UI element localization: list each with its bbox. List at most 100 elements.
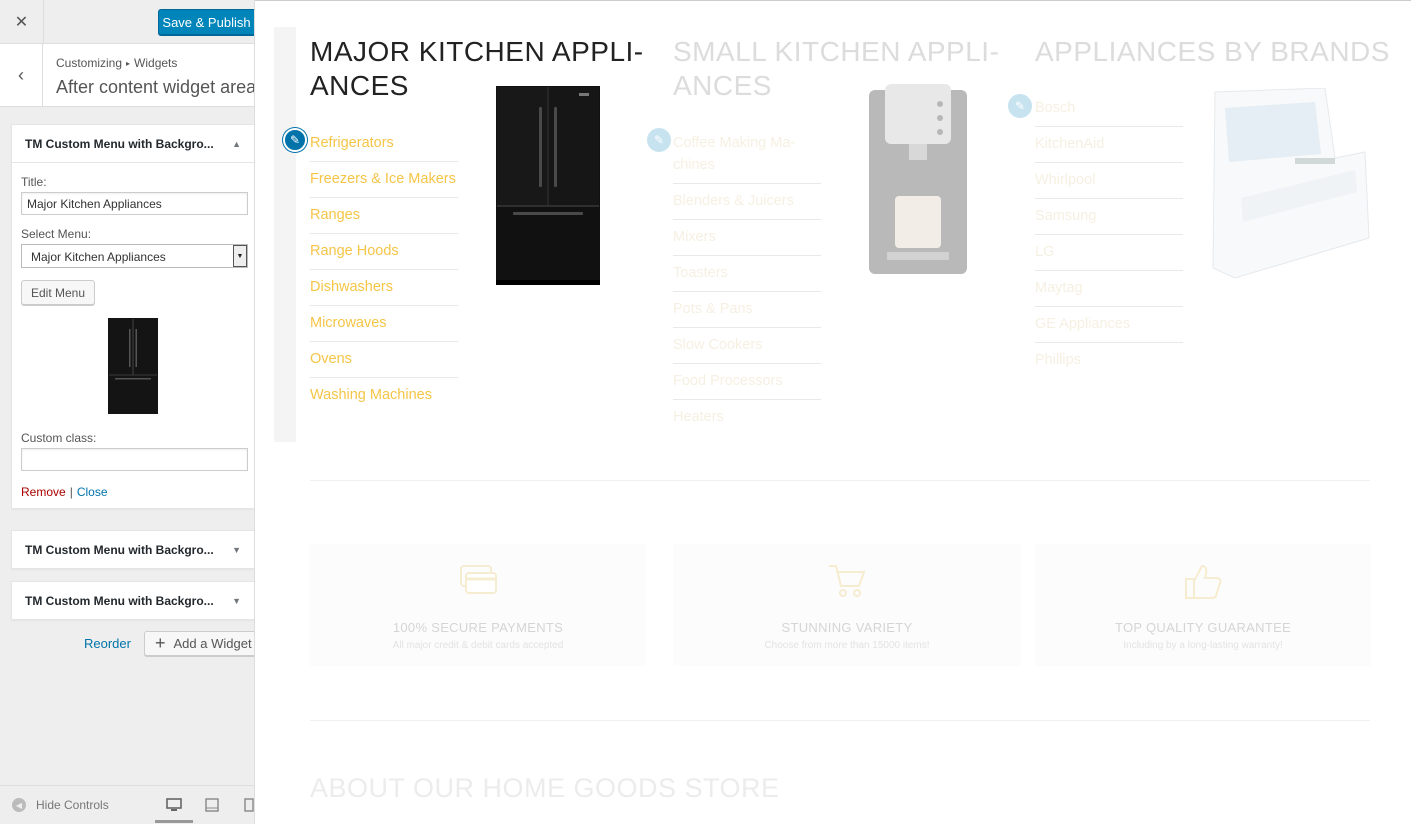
menu-item-link[interactable]: Slow Cookers xyxy=(673,328,821,364)
feature-subtitle: Choose from more than 15000 items! xyxy=(764,640,930,651)
add-widget-button[interactable]: + Add a Widget xyxy=(144,631,254,656)
menu-item-link[interactable]: Phillips xyxy=(1035,343,1183,379)
chevron-down-icon[interactable]: ▼ xyxy=(233,245,247,267)
hide-controls-button[interactable]: ◀ Hide Controls xyxy=(12,798,109,812)
coffee-machine-image xyxy=(869,84,967,274)
menu-list-brands: Bosch KitchenAid Whirlpool Samsung LG Ma… xyxy=(1035,91,1183,379)
caret-up-icon[interactable]: ▲ xyxy=(232,139,241,149)
feature-secure-payments: 100% SECURE PAYMENTS All major credit & … xyxy=(310,544,646,666)
customizer-footer: ◀ Hide Controls xyxy=(0,785,254,824)
widget-custom-menu-3[interactable]: TM Custom Menu with Backgro... ▼ xyxy=(11,581,254,620)
menu-select[interactable]: Major Kitchen Appliances ▼ xyxy=(21,244,248,268)
hide-controls-label: Hide Controls xyxy=(36,798,109,812)
menu-item-link[interactable]: Bosch xyxy=(1035,91,1183,127)
feature-title: 100% SECURE PAYMENTS xyxy=(392,620,564,635)
cart-icon xyxy=(673,562,1021,606)
close-customizer-button[interactable]: ✕ xyxy=(0,0,44,44)
menu-item-link[interactable]: Toasters xyxy=(673,256,821,292)
column-title-brands: APPLIANCES BY BRANDS xyxy=(1035,35,1390,69)
menu-item-link[interactable]: Blenders & Juicers xyxy=(673,184,821,220)
widget-title: TM Custom Menu with Backgro... xyxy=(25,593,214,608)
menu-list-small: Coffee Making Ma- chines Blenders & Juic… xyxy=(673,126,821,436)
arrow-left-circle-icon: ◀ xyxy=(12,798,26,812)
caret-down-icon[interactable]: ▼ xyxy=(232,596,241,606)
background-image-thumbnail xyxy=(21,317,245,415)
section-title: After content widget area xyxy=(56,77,255,97)
feature-subtitle: Including by a long-lasting warranty! xyxy=(1123,640,1283,651)
widget-header[interactable]: TM Custom Menu with Backgro... ▼ xyxy=(12,582,254,619)
caret-down-icon[interactable]: ▼ xyxy=(232,545,241,555)
actions-separator: | xyxy=(69,485,73,499)
feature-stunning-variety: STUNNING VARIETY Choose from more than 1… xyxy=(673,544,1021,666)
widget-title: TM Custom Menu with Backgro... xyxy=(25,542,214,557)
select-menu-label: Select Menu: xyxy=(21,227,92,241)
menu-select-value: Major Kitchen Appliances xyxy=(31,250,166,264)
feature-subtitle: All major credit & debit cards accepted xyxy=(392,640,564,651)
widget-highlight-bar xyxy=(274,27,296,442)
breadcrumb-widgets: Widgets xyxy=(134,56,178,70)
tablet-icon[interactable] xyxy=(205,798,219,817)
menu-item-link[interactable]: Refrigerators xyxy=(310,126,458,162)
custom-class-label: Custom class: xyxy=(21,431,97,445)
feature-title: STUNNING VARIETY xyxy=(781,620,913,635)
menu-item-link[interactable]: Samsung xyxy=(1035,199,1183,235)
menu-item-link[interactable]: Heaters xyxy=(673,400,821,436)
menu-item-link[interactable]: Maytag xyxy=(1035,271,1183,307)
site-preview: MAJOR KITCHEN APPLI- ANCES ✎ Refrigerato… xyxy=(255,0,1411,824)
menu-item-link[interactable]: Ranges xyxy=(310,198,458,234)
section-divider xyxy=(310,480,1370,481)
close-icon[interactable]: ✕ xyxy=(15,12,28,32)
widget-custom-menu-2[interactable]: TM Custom Menu with Backgro... ▼ xyxy=(11,530,254,569)
column-title-line: MAJOR KITCHEN APPLI- xyxy=(310,36,644,67)
credit-card-icon xyxy=(310,562,646,606)
menu-item-link[interactable]: Freezers & Ice Makers xyxy=(310,162,458,198)
customizer-header: ✕ Save & Publish xyxy=(0,0,254,44)
reorder-link[interactable]: Reorder xyxy=(84,636,131,651)
edit-menu-button[interactable]: Edit Menu xyxy=(21,280,96,305)
breadcrumb-separator-icon: ▸ xyxy=(126,59,131,68)
widget-actions: Remove | Close xyxy=(21,485,245,499)
menu-item-link[interactable]: Microwaves xyxy=(310,306,458,342)
dishwasher-image xyxy=(1212,88,1370,279)
column-title-line: APPLIANCES BY BRANDS xyxy=(1035,36,1390,67)
menu-item-link[interactable]: Dishwashers xyxy=(310,270,458,306)
remove-link[interactable]: Remove xyxy=(21,485,66,499)
back-button[interactable]: ‹ xyxy=(0,44,43,107)
section-divider xyxy=(310,720,1370,721)
chevron-left-icon[interactable]: ‹ xyxy=(18,65,24,86)
menu-item-link[interactable]: GE Appliances xyxy=(1035,307,1183,343)
title-field[interactable] xyxy=(21,192,248,215)
close-link[interactable]: Close xyxy=(77,485,108,499)
active-device-indicator xyxy=(155,820,193,823)
menu-list-major: Refrigerators Freezers & Ice Makers Rang… xyxy=(310,126,458,414)
feature-quality-guarantee: TOP QUALITY GUARANTEE Including by a lon… xyxy=(1035,544,1371,666)
widget-form: Title: Select Menu: Major Kitchen Applia… xyxy=(12,162,254,508)
refrigerator-thumbnail-image xyxy=(108,318,158,414)
header-divider xyxy=(255,0,1411,1)
desktop-icon[interactable] xyxy=(166,798,182,817)
menu-item-link[interactable]: Coffee Making Ma- chines xyxy=(673,126,821,184)
menu-item-link[interactable]: Range Hoods xyxy=(310,234,458,270)
edit-shortcut-pencil-icon[interactable]: ✎ xyxy=(647,128,671,152)
add-widget-label: Add a Widget xyxy=(173,636,252,651)
column-title-line: SMALL KITCHEN APPLI- xyxy=(673,36,1000,67)
widget-header[interactable]: TM Custom Menu with Backgro... ▲ xyxy=(12,125,254,162)
menu-item-link[interactable]: KitchenAid xyxy=(1035,127,1183,163)
menu-item-link[interactable]: Food Processors xyxy=(673,364,821,400)
custom-class-field[interactable] xyxy=(21,448,248,471)
save-publish-button[interactable]: Save & Publish xyxy=(158,9,254,35)
menu-item-link[interactable]: Washing Machines xyxy=(310,378,458,414)
breadcrumb: Customizing ▸ Widgets xyxy=(56,56,177,70)
widget-custom-menu-1: TM Custom Menu with Backgro... ▲ Title: … xyxy=(11,124,254,509)
menu-item-link[interactable]: Ovens xyxy=(310,342,458,378)
mobile-icon[interactable] xyxy=(244,798,254,817)
menu-item-link[interactable]: Whirlpool xyxy=(1035,163,1183,199)
edit-shortcut-pencil-icon[interactable]: ✎ xyxy=(283,128,307,152)
menu-item-link[interactable]: Mixers xyxy=(673,220,821,256)
thumbs-up-icon xyxy=(1035,562,1371,606)
menu-item-link[interactable]: LG xyxy=(1035,235,1183,271)
widget-header[interactable]: TM Custom Menu with Backgro... ▼ xyxy=(12,531,254,568)
menu-item-link[interactable]: Pots & Pans xyxy=(673,292,821,328)
widget-title: TM Custom Menu with Backgro... xyxy=(25,136,214,151)
edit-shortcut-pencil-icon[interactable]: ✎ xyxy=(1008,94,1032,118)
